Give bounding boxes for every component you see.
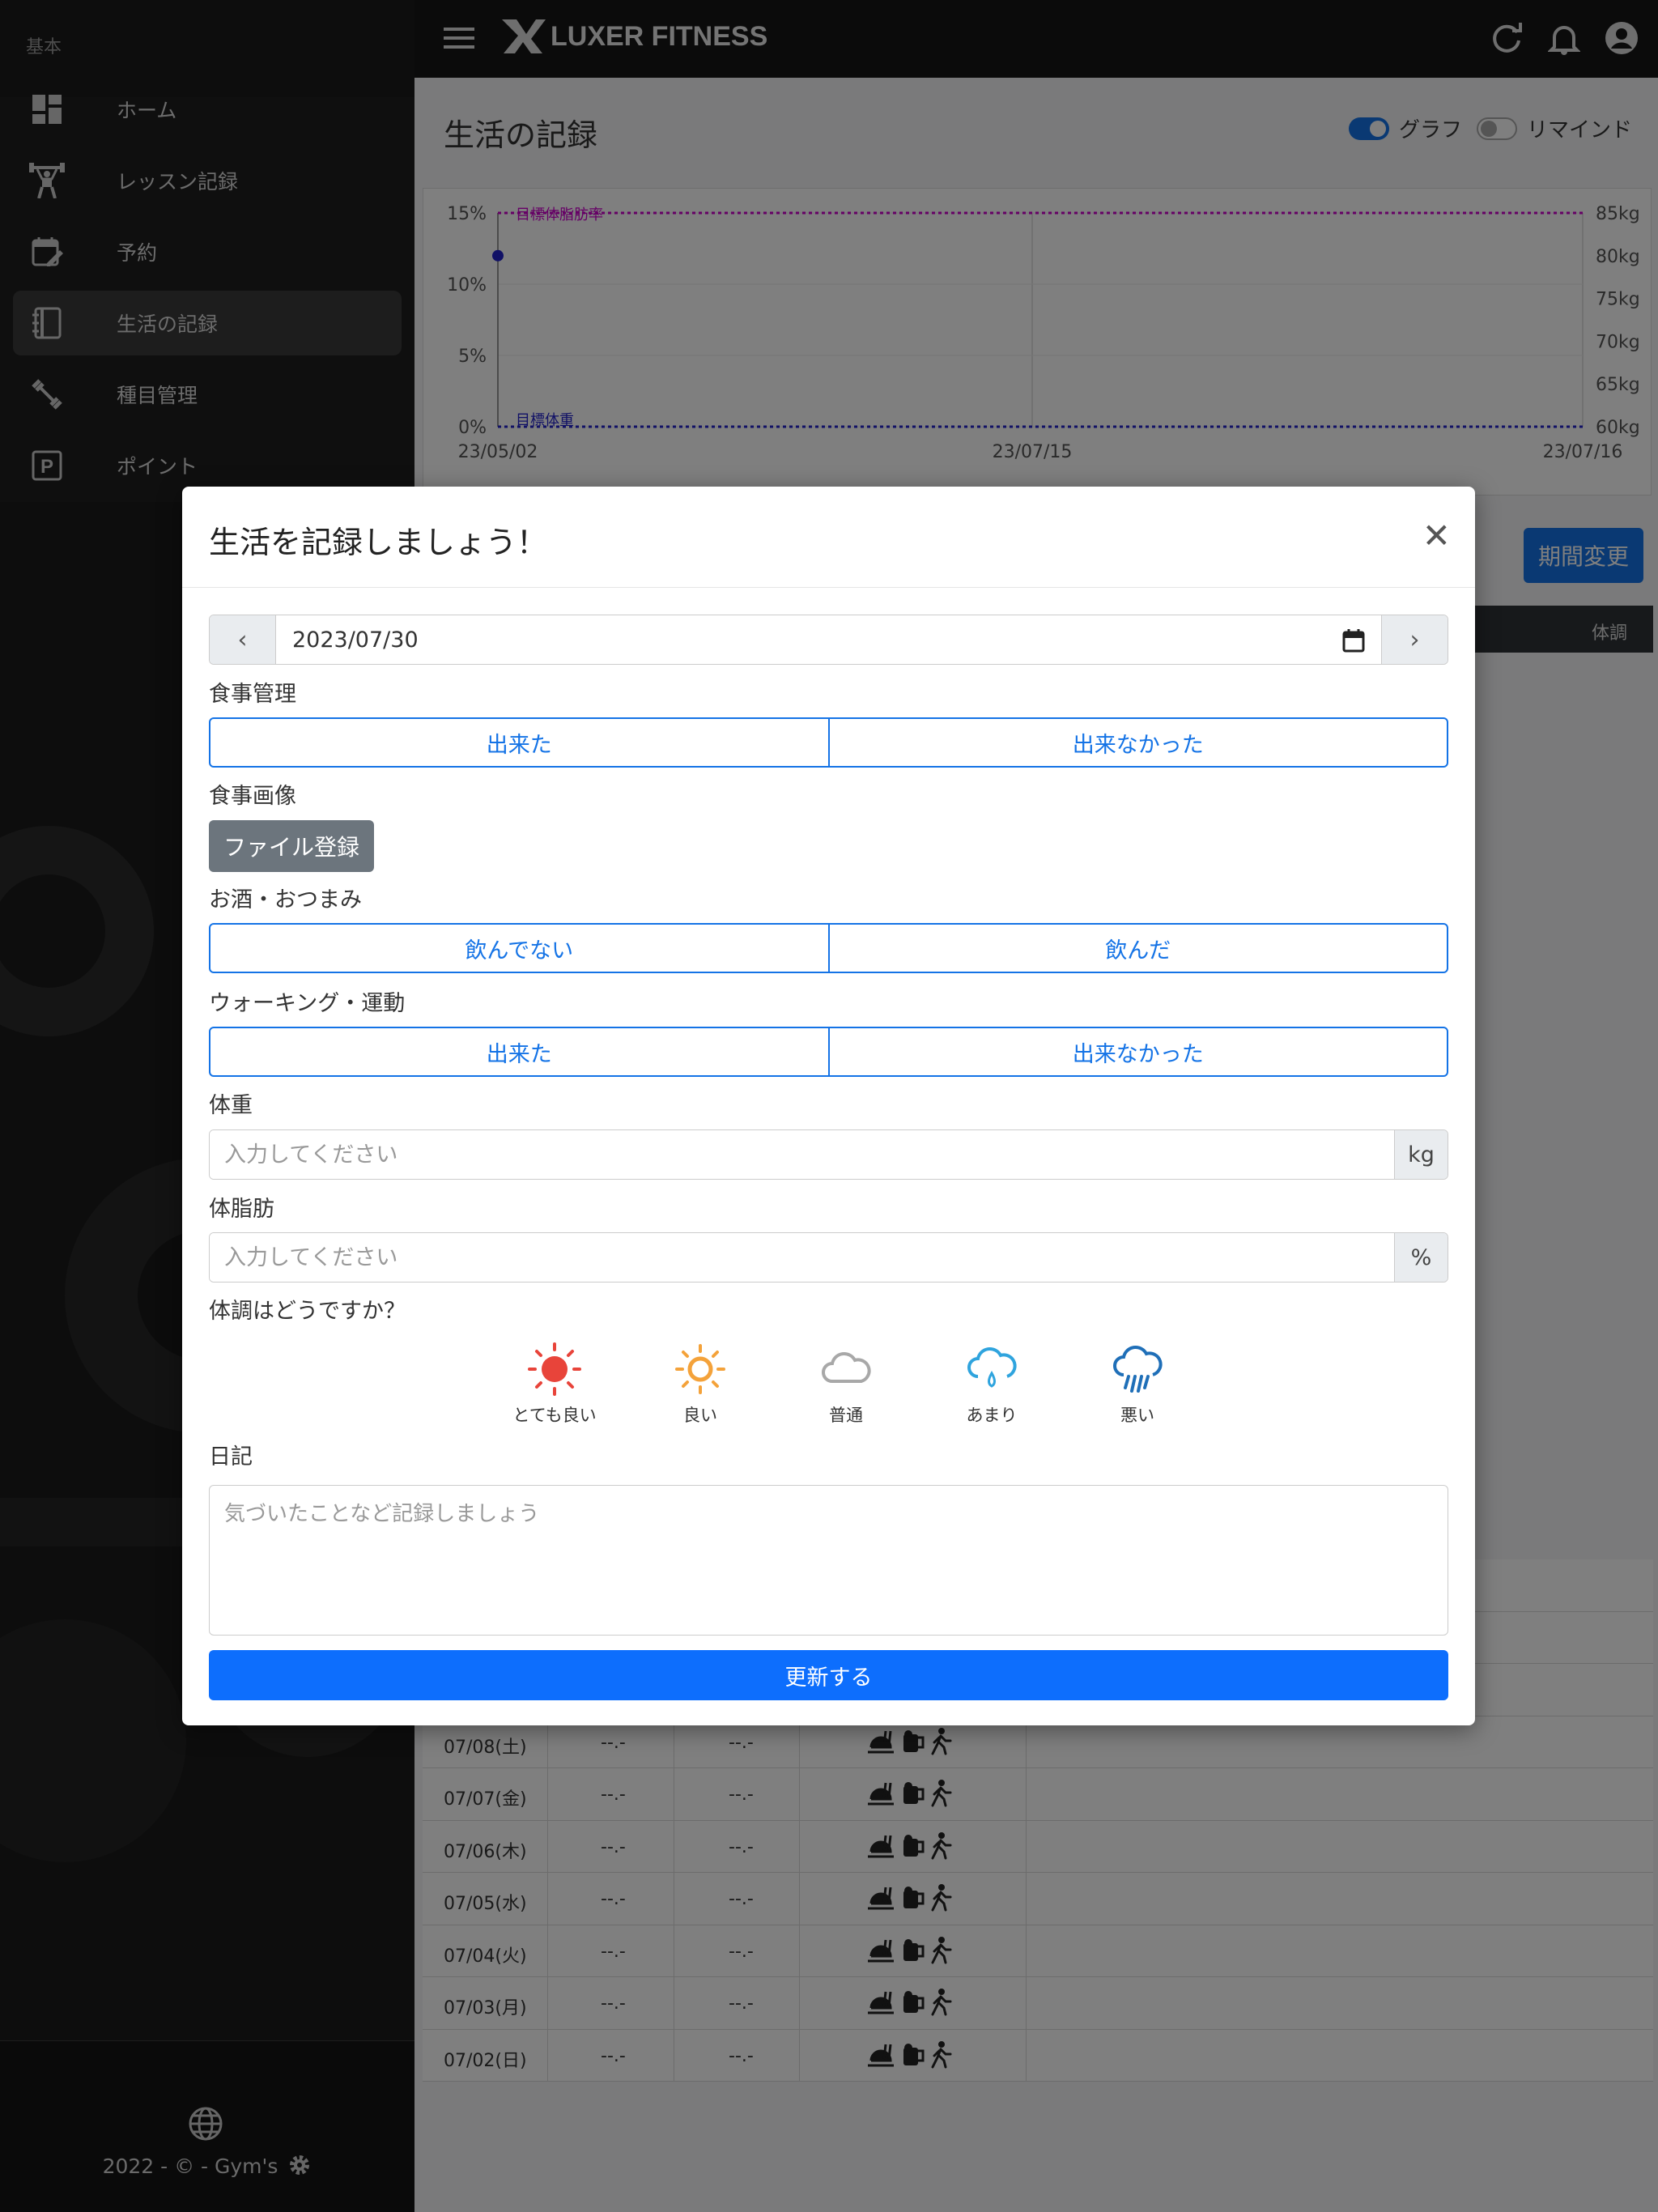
walking-done-button[interactable]: 出来た (209, 1027, 830, 1077)
meal-done-button[interactable]: 出来た (209, 717, 830, 768)
diary-label: 日記 (209, 1444, 253, 1470)
close-icon[interactable]: ✕ (1422, 516, 1451, 555)
alcohol-yes-button[interactable]: 飲んだ (829, 923, 1448, 973)
walking-not-done-button[interactable]: 出来なかった (829, 1027, 1448, 1077)
condition-label: 体調はどうですか？ (209, 1299, 406, 1324)
alcohol-choice-group: 飲んでない 飲んだ (209, 923, 1448, 973)
alcohol-label: お酒・おつまみ (209, 887, 362, 912)
weight-input-group: kg (209, 1129, 1448, 1180)
mood-normal-option[interactable]: 普通 (773, 1341, 919, 1427)
mood-good-option[interactable]: 良い (627, 1341, 773, 1427)
meal-not-done-button[interactable]: 出来なかった (829, 717, 1448, 768)
body-fat-unit: % (1394, 1233, 1448, 1282)
sun-orange-icon (675, 1344, 725, 1394)
body-fat-label: 体脂肪 (209, 1197, 274, 1222)
cloud-icon (822, 1351, 871, 1383)
alcohol-no-button[interactable]: 飲んでない (209, 923, 830, 973)
meal-label: 食事管理 (209, 682, 296, 707)
mood-bad-option[interactable]: 悪い (1065, 1341, 1210, 1427)
weight-label: 体重 (209, 1093, 253, 1118)
condition-choices: とても良い 良い 普通 あまり 悪い (482, 1341, 1226, 1427)
walking-label: ウォーキング・運動 (209, 991, 406, 1016)
date-input[interactable]: 2023/07/30 (276, 615, 1381, 664)
mood-label: 普通 (829, 1406, 863, 1425)
prev-day-button[interactable]: ‹ (210, 615, 276, 664)
update-button[interactable]: 更新する (209, 1650, 1448, 1700)
body-fat-input[interactable] (210, 1233, 1394, 1282)
date-picker: ‹ 2023/07/30 › (209, 615, 1448, 665)
sun-red-icon (528, 1342, 581, 1396)
weight-unit: kg (1394, 1130, 1448, 1179)
next-day-button[interactable]: › (1381, 615, 1448, 664)
modal-title: 生活を記録しましょう！ (209, 525, 548, 560)
diary-textarea[interactable] (209, 1485, 1448, 1636)
mood-label: とても良い (512, 1406, 597, 1425)
body-fat-input-group: % (209, 1232, 1448, 1283)
mood-not-so-good-option[interactable]: あまり (919, 1341, 1065, 1427)
mood-label: 良い (683, 1406, 717, 1425)
weight-input[interactable] (210, 1130, 1394, 1179)
mood-label: 悪い (1120, 1406, 1154, 1425)
meal-image-label: 食事画像 (209, 784, 296, 809)
file-upload-button[interactable]: ファイル登録 (209, 820, 375, 872)
cloud-drizzle-icon (967, 1346, 1017, 1388)
mood-label: あまり (966, 1406, 1018, 1425)
mood-very-good-option[interactable]: とても良い (482, 1341, 627, 1427)
calendar-icon[interactable] (1342, 628, 1365, 658)
date-value: 2023/07/30 (292, 627, 419, 653)
cloud-rain-icon (1113, 1345, 1163, 1393)
life-record-modal: 生活を記録しましょう！ ✕ ‹ 2023/07/30 › 食事管理 出来た 出来… (182, 487, 1475, 1725)
meal-choice-group: 出来た 出来なかった (209, 717, 1448, 768)
walking-choice-group: 出来た 出来なかった (209, 1027, 1448, 1077)
